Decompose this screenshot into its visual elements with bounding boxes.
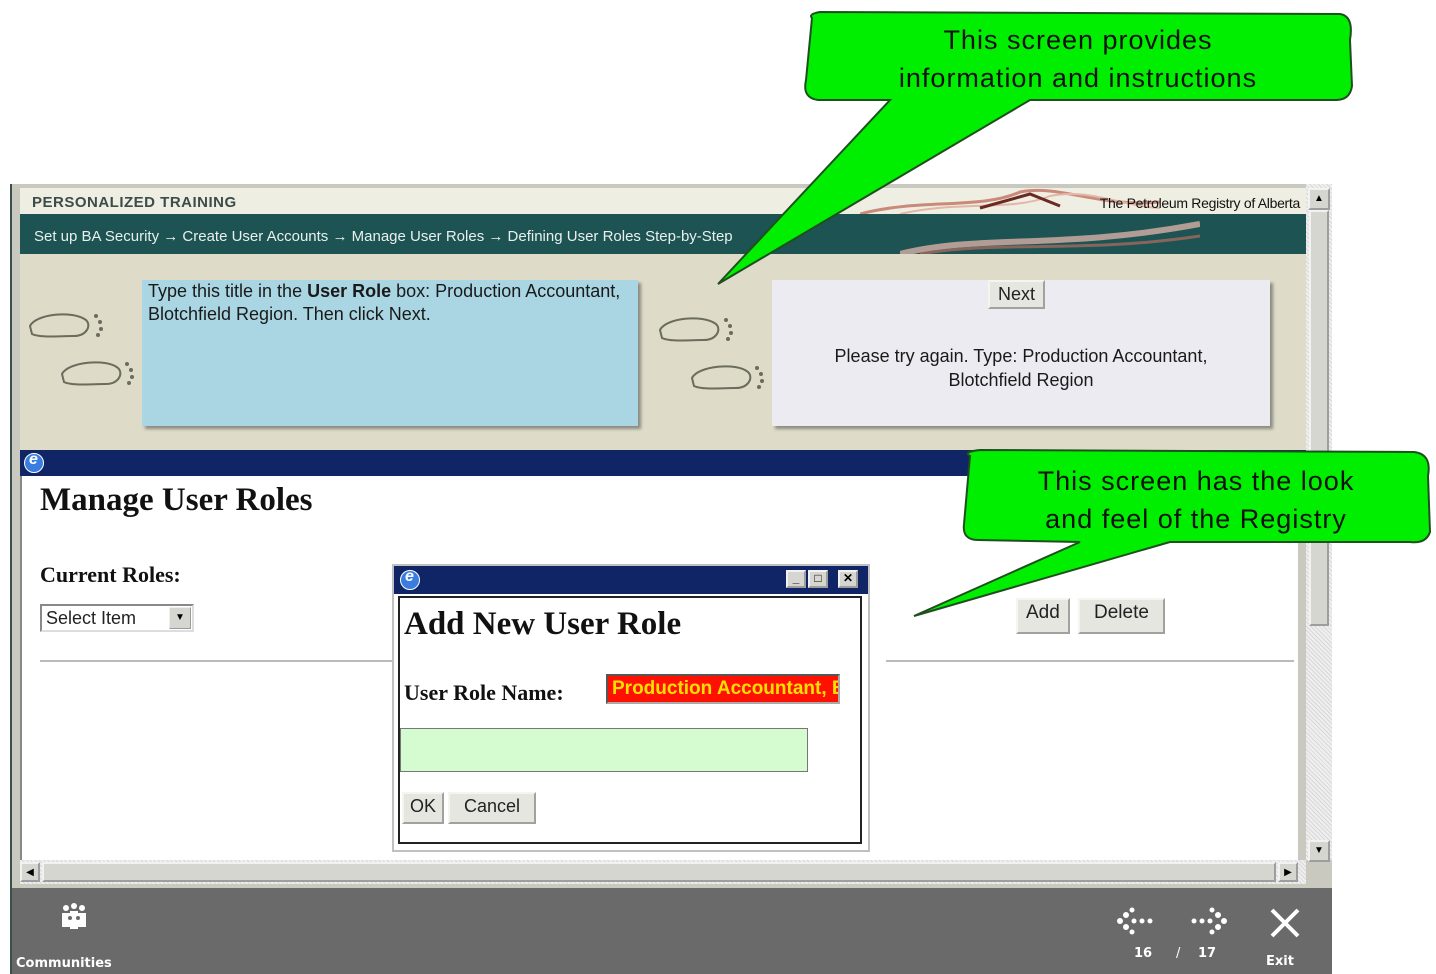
callout-right-line-1: This screen has the look <box>1037 466 1355 496</box>
ie-icon <box>24 451 44 473</box>
page-total: 17 <box>1198 946 1217 961</box>
horizontal-scroll-thumb[interactable] <box>42 862 1276 882</box>
callout-top: This screen provides information and ins… <box>808 21 1348 97</box>
cancel-button[interactable]: Cancel <box>448 792 537 824</box>
instruction-text-bold: User Role <box>307 281 392 301</box>
breadcrumb-bar: Set up BA Security → Create User Account… <box>20 214 1308 254</box>
footprints-icon <box>658 317 764 390</box>
scroll-right-button[interactable]: ▶ <box>1278 862 1298 882</box>
instruction-box: Type this title in the User Role box: Pr… <box>142 280 638 426</box>
page-current: 16 <box>1134 946 1153 961</box>
communities-icon[interactable] <box>56 902 92 932</box>
ie-icon <box>400 568 420 590</box>
dialog-titlebar[interactable]: _ □ ✕ <box>394 566 868 594</box>
training-header: PERSONALIZED TRAINING The Petroleum Regi… <box>20 188 1308 214</box>
callout-right: This screen has the look and feel of the… <box>966 462 1426 538</box>
back-arrow-icon[interactable] <box>1112 906 1160 936</box>
next-button[interactable]: Next <box>988 280 1046 309</box>
exit-x-icon[interactable] <box>1268 906 1302 940</box>
divider <box>886 660 1294 662</box>
close-icon[interactable]: ✕ <box>838 570 858 588</box>
vertical-scroll-thumb[interactable] <box>1309 210 1329 626</box>
scroll-up-button[interactable]: ▲ <box>1308 188 1330 210</box>
current-roles-select[interactable]: Select Item ▼ <box>40 604 194 632</box>
page-separator: / <box>1176 946 1181 961</box>
chevron-down-icon[interactable]: ▼ <box>169 607 191 629</box>
dialog-body: Add New User Role User Role Name: Produc… <box>398 596 862 844</box>
maximize-icon[interactable]: □ <box>808 570 828 588</box>
feedback-box: Next Please try again. Type: Production … <box>772 280 1270 426</box>
breadcrumb-swoosh-graphic <box>900 221 1200 254</box>
divider <box>40 660 396 662</box>
add-role-dialog: _ □ ✕ Add New User Role User Role Name: … <box>392 564 870 852</box>
minimize-icon[interactable]: _ <box>786 570 806 588</box>
scroll-down-button[interactable]: ▼ <box>1308 840 1330 862</box>
dialog-title: Add New User Role <box>404 606 682 642</box>
role-name-input[interactable]: Production Accountant, Blotchfield Regio… <box>606 674 840 704</box>
exit-label[interactable]: Exit <box>1266 954 1294 969</box>
instruction-area: Type this title in the User Role box: Pr… <box>20 254 1308 450</box>
bottom-toolbar: Communities 16 / 17 Exit <box>12 888 1332 974</box>
forward-arrow-icon[interactable] <box>1184 906 1232 936</box>
ok-button[interactable]: OK <box>402 792 445 824</box>
callout-right-line-2: and feel of the Registry <box>1045 504 1347 534</box>
callout-top-line-1: This screen provides <box>943 25 1213 55</box>
feedback-line-1: Please try again. Type: Production Accou… <box>834 346 1208 366</box>
role-name-label: User Role Name: <box>404 680 564 705</box>
page-title: Manage User Roles <box>40 482 313 518</box>
scroll-left-button[interactable]: ◀ <box>20 862 40 882</box>
brand-title: PERSONALIZED TRAINING <box>32 194 237 211</box>
communities-label[interactable]: Communities <box>16 956 112 971</box>
breadcrumb: Set up BA Security → Create User Account… <box>34 228 733 245</box>
current-roles-label: Current Roles: <box>40 562 181 587</box>
instruction-text-before: Type this title in the <box>148 281 308 301</box>
delete-button[interactable]: Delete <box>1078 598 1165 634</box>
description-field[interactable] <box>400 728 808 772</box>
feedback-message: Please try again. Type: Production Accou… <box>772 344 1270 392</box>
feedback-line-2: Blotchfield Region <box>948 370 1094 390</box>
footprints-icon <box>28 313 134 386</box>
select-value: Select Item <box>46 608 137 628</box>
add-button[interactable]: Add <box>1016 598 1070 634</box>
callout-top-line-2: information and instructions <box>898 63 1258 93</box>
org-name: The Petroleum Registry of Alberta <box>1099 195 1301 211</box>
